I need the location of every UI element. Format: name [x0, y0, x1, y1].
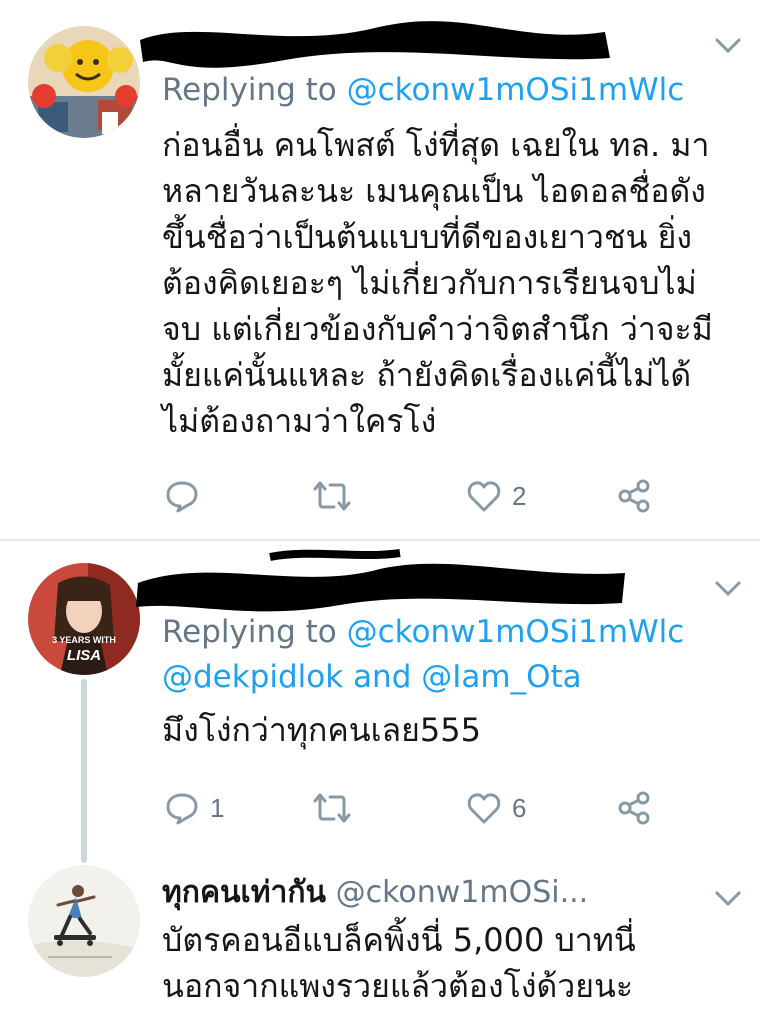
retweet-icon	[313, 793, 351, 823]
display-name[interactable]: ทุกคนเท่ากัน	[162, 875, 326, 910]
retweet-button[interactable]	[312, 476, 352, 516]
avatar[interactable]	[28, 865, 140, 977]
reply-bubble-icon	[166, 481, 198, 513]
chevron-down-icon[interactable]	[714, 579, 742, 599]
replying-to-line: Replying to @ckonw1mOSi1mWlc	[162, 614, 685, 650]
like-count: 2	[512, 480, 527, 511]
reply-button[interactable]: 1	[164, 788, 224, 828]
share-button[interactable]	[616, 476, 652, 516]
tweet-1[interactable]: Replying to @ckonw1mOSi1mWlc ก่อนอื่น คน…	[0, 0, 760, 540]
heart-icon	[467, 793, 501, 824]
share-icon	[618, 791, 650, 825]
tweet-2[interactable]: 3 YEARS WITH LISA Replying to @ckonw1mOS…	[0, 541, 760, 863]
mention-link[interactable]: @Iam_Ota	[421, 659, 581, 695]
tweet-3[interactable]: ทุกคนเท่ากัน @ckonw1mOSi... บัตรคอนอีแบล…	[0, 853, 760, 1024]
handle[interactable]: @ckonw1mOSi...	[336, 875, 589, 910]
reply-count: 1	[210, 792, 225, 823]
replying-to-line: Replying to @ckonw1mOSi1mWlc	[162, 72, 685, 108]
retweet-button[interactable]	[312, 788, 352, 828]
tweet-header[interactable]: ทุกคนเท่ากัน @ckonw1mOSi...	[162, 873, 588, 913]
tweet-text: ก่อนอื่น คนโพสต์ โง่ที่สุด เฉยใน ทล. มา …	[162, 126, 713, 440]
tweet-text: บัตรคอนอีแบล็คพิ้งนี่ 5,000 บาทนี่ นอกจา…	[162, 921, 636, 1005]
tweet-text: มึงโง่กว่าทุกคนเลย555	[162, 711, 481, 749]
redacted-name-scribble	[140, 21, 610, 68]
redacted-name-scribble	[136, 549, 625, 612]
tweet-actions: 1 6	[162, 788, 722, 828]
share-button[interactable]	[616, 788, 652, 828]
chevron-down-icon[interactable]	[714, 889, 742, 909]
reply-button[interactable]	[164, 476, 210, 516]
avatar-name: LISA	[66, 647, 102, 664]
retweet-icon	[313, 481, 351, 511]
replying-to-line-2: @dekpidlok and @Iam_Ota	[162, 655, 582, 699]
heart-icon	[467, 481, 501, 512]
like-button[interactable]: 6	[466, 788, 526, 828]
like-button[interactable]: 2	[466, 476, 526, 516]
mention-link[interactable]: @dekpidlok	[162, 659, 343, 695]
like-count: 6	[512, 792, 527, 823]
avatar-caption: 3 YEARS WITH	[52, 635, 116, 645]
tweet-actions: 2	[162, 476, 722, 516]
mention-link[interactable]: @ckonw1mOSi1mWlc	[347, 72, 685, 108]
chevron-down-icon[interactable]	[714, 36, 742, 56]
thread-line	[81, 679, 87, 863]
share-icon	[618, 479, 650, 513]
reply-bubble-icon	[166, 793, 198, 825]
avatar[interactable]	[28, 26, 140, 138]
mention-link[interactable]: @ckonw1mOSi1mWlc	[347, 614, 685, 650]
avatar[interactable]: 3 YEARS WITH LISA	[28, 563, 140, 675]
and-label: and	[353, 659, 412, 695]
